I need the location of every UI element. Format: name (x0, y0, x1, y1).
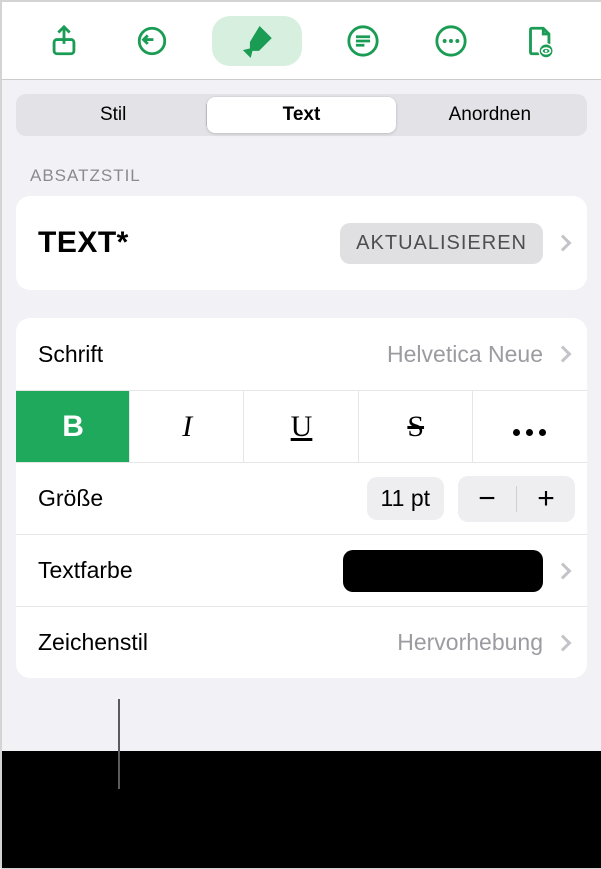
underline-glyph: U (291, 410, 313, 444)
paragraph-style-row[interactable]: TEXT* AKTUALISIEREN (16, 196, 587, 290)
share-icon (47, 24, 81, 58)
paragraph-section-label: ABSATZSTIL (30, 166, 573, 186)
size-row: Größe 11 pt − + (16, 462, 587, 534)
text-color-label: Textfarbe (38, 557, 343, 584)
bold-glyph: B (62, 410, 84, 444)
paragraph-style-name: TEXT* (38, 226, 340, 260)
font-label: Schrift (38, 341, 387, 368)
character-style-value: Hervorhebung (397, 629, 543, 656)
more-text-options-button[interactable] (473, 391, 587, 462)
font-card: Schrift Helvetica Neue B I U S Größe 11 … (16, 318, 587, 678)
bius-bar: B I U S (16, 390, 587, 462)
paragraph-style-card: TEXT* AKTUALISIEREN (16, 196, 587, 290)
tab-text-label: Text (283, 104, 321, 126)
chevron-right-icon (555, 346, 572, 363)
tab-text[interactable]: Text (207, 97, 395, 133)
size-label: Größe (38, 485, 367, 512)
more-icon (434, 24, 468, 58)
text-color-row[interactable]: Textfarbe (16, 534, 587, 606)
document-eye-icon (522, 24, 556, 58)
size-value[interactable]: 11 pt (367, 477, 444, 520)
strike-glyph: S (407, 410, 424, 444)
font-row[interactable]: Schrift Helvetica Neue (16, 318, 587, 390)
chevron-right-icon (555, 235, 572, 252)
update-style-button[interactable]: AKTUALISIEREN (340, 223, 543, 264)
tab-style[interactable]: Stil (19, 97, 207, 133)
paintbrush-icon (240, 24, 274, 58)
tab-style-label: Stil (100, 104, 126, 126)
toolbar (2, 2, 601, 80)
callout-area (2, 751, 601, 868)
underline-button[interactable]: U (244, 391, 358, 462)
panel-tabs: Stil Text Anordnen (16, 94, 587, 136)
more-button[interactable] (423, 13, 479, 69)
document-options-button[interactable] (511, 13, 567, 69)
share-button[interactable] (36, 13, 92, 69)
callout-line (118, 699, 120, 789)
font-value: Helvetica Neue (387, 341, 543, 368)
format-panel: Stil Text Anordnen ABSATZSTIL TEXT* AKTU… (2, 80, 601, 751)
strikethrough-button[interactable]: S (359, 391, 473, 462)
character-style-row[interactable]: Zeichenstil Hervorhebung (16, 606, 587, 678)
character-style-label: Zeichenstil (38, 629, 397, 656)
insert-icon (346, 24, 380, 58)
text-color-swatch (343, 550, 543, 592)
tab-arrange[interactable]: Anordnen (396, 97, 584, 133)
undo-button[interactable] (124, 13, 180, 69)
tab-arrange-label: Anordnen (449, 104, 531, 126)
size-increase-button[interactable]: + (517, 482, 575, 516)
bold-button[interactable]: B (16, 391, 130, 462)
more-dots-icon (510, 411, 549, 443)
italic-glyph: I (182, 410, 192, 444)
undo-icon (135, 24, 169, 58)
size-stepper: − + (458, 476, 575, 522)
italic-button[interactable]: I (130, 391, 244, 462)
format-button[interactable] (212, 16, 302, 66)
insert-button[interactable] (335, 13, 391, 69)
size-decrease-button[interactable]: − (458, 482, 516, 516)
chevron-right-icon (555, 562, 572, 579)
chevron-right-icon (555, 634, 572, 651)
